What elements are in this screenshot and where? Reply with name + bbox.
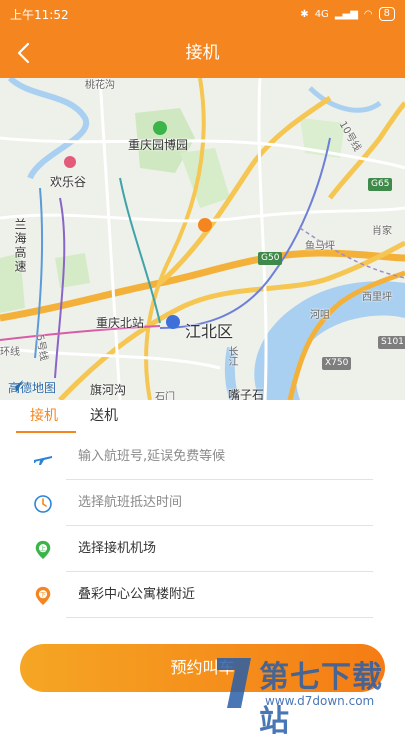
dropoff-pin-icon: 下: [35, 586, 51, 606]
map-label-zuizishi: 嘴子石: [228, 388, 265, 400]
road-shield-x750: X750: [322, 357, 352, 370]
flight-number-input[interactable]: 输入航班号,延误免费等候: [78, 434, 225, 480]
airport-select[interactable]: 选择接机机场: [78, 526, 156, 572]
row-divider: [66, 617, 373, 618]
road-shield-g65: G65: [368, 178, 393, 191]
battery-icon: 8: [378, 7, 395, 21]
booking-form: 输入航班号,延误免费等候 选择航班抵达时间 上 选择接机机场 下 叠彩中心公寓楼…: [0, 434, 405, 618]
map-label-highway: 兰海高速: [13, 218, 27, 274]
airplane-icon: [34, 456, 52, 465]
map-label-garden-museum: 重庆园博园: [128, 138, 189, 152]
map-label-yumaping: 鱼马坪: [305, 241, 335, 252]
dropoff-location-row[interactable]: 下 叠彩中心公寓楼附近: [0, 572, 405, 618]
status-icons: ✱ 4G ▂▄▆ ◠ 8: [300, 7, 395, 21]
status-bar: 上午11:52 ✱ 4G ▂▄▆ ◠ 8: [0, 0, 405, 28]
map-label-happy-valley: 欢乐谷: [50, 175, 87, 189]
road-shield-g50: G50: [258, 252, 283, 265]
tab-dropoff[interactable]: 送机: [90, 400, 118, 432]
map-label-shimen: 石门: [155, 392, 175, 400]
active-tab-indicator: [16, 431, 76, 433]
tab-pickup[interactable]: 接机: [30, 400, 58, 432]
bluetooth-icon: ✱: [300, 8, 309, 20]
arrival-time-row[interactable]: 选择航班抵达时间: [0, 480, 405, 526]
map-label-huanxian: 环线: [0, 347, 20, 358]
watermark-url: www.d7down.com: [265, 694, 375, 708]
clock-icon: [34, 495, 52, 513]
title-bar: 接机: [0, 28, 405, 78]
map-label-changjiang: 长江: [226, 346, 237, 366]
map-view[interactable]: 桃花沟 重庆园博园 欢乐谷 兰海高速 10号线 G65 肖家 G50 鱼马坪 西…: [0, 78, 405, 400]
map-label-shijiahe: 旗河沟: [90, 383, 127, 397]
service-tabs: 接机 送机: [0, 400, 405, 434]
svg-text:上: 上: [40, 544, 46, 552]
road-shield-s101: S101: [378, 336, 405, 349]
status-time: 上午11:52: [10, 7, 69, 22]
pickup-pin-icon: 上: [35, 540, 51, 560]
map-label-jiangbei: 江北区: [185, 322, 234, 341]
arrival-time-select[interactable]: 选择航班抵达时间: [78, 480, 182, 526]
flight-number-row[interactable]: 输入航班号,延误免费等候: [0, 434, 405, 480]
watermark: 第七下载站 www.d7down.com: [211, 648, 401, 739]
navigation-arrow-icon: [9, 380, 23, 392]
wifi-icon: ◠: [363, 8, 373, 20]
amap-logo: 高德地图: [8, 379, 56, 396]
page-title: 接机: [185, 43, 220, 63]
map-label-hezui: 河咀: [310, 310, 330, 321]
map-label-north-station: 重庆北站: [96, 316, 145, 330]
dropoff-location-select[interactable]: 叠彩中心公寓楼附近: [78, 572, 195, 618]
map-label-fengling: 西里坪: [362, 292, 392, 303]
signal-label: 4G: [314, 8, 329, 20]
svg-text:下: 下: [40, 591, 46, 598]
map-label-taohuagou: 桃花沟: [85, 80, 115, 91]
signal-icon: ▂▄▆: [334, 8, 358, 20]
watermark-logo: [217, 658, 251, 708]
map-label-xiaojia: 肖家: [372, 226, 392, 237]
airport-row[interactable]: 上 选择接机机场: [0, 526, 405, 572]
